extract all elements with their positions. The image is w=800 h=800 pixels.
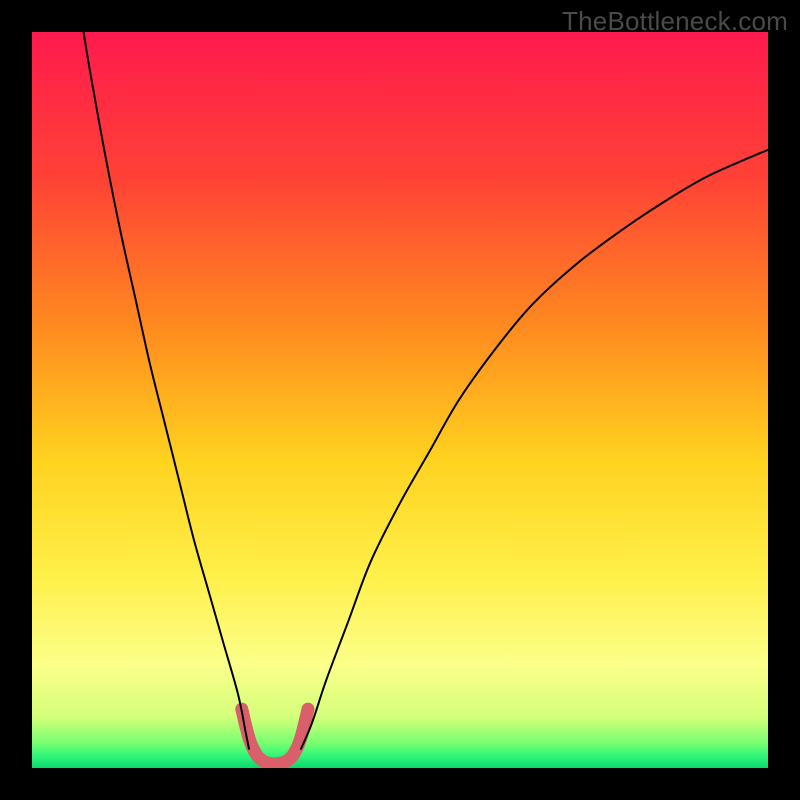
gradient-background (32, 32, 768, 768)
plot-area (32, 32, 768, 768)
chart-frame: TheBottleneck.com (0, 0, 800, 800)
bottleneck-chart (32, 32, 768, 768)
